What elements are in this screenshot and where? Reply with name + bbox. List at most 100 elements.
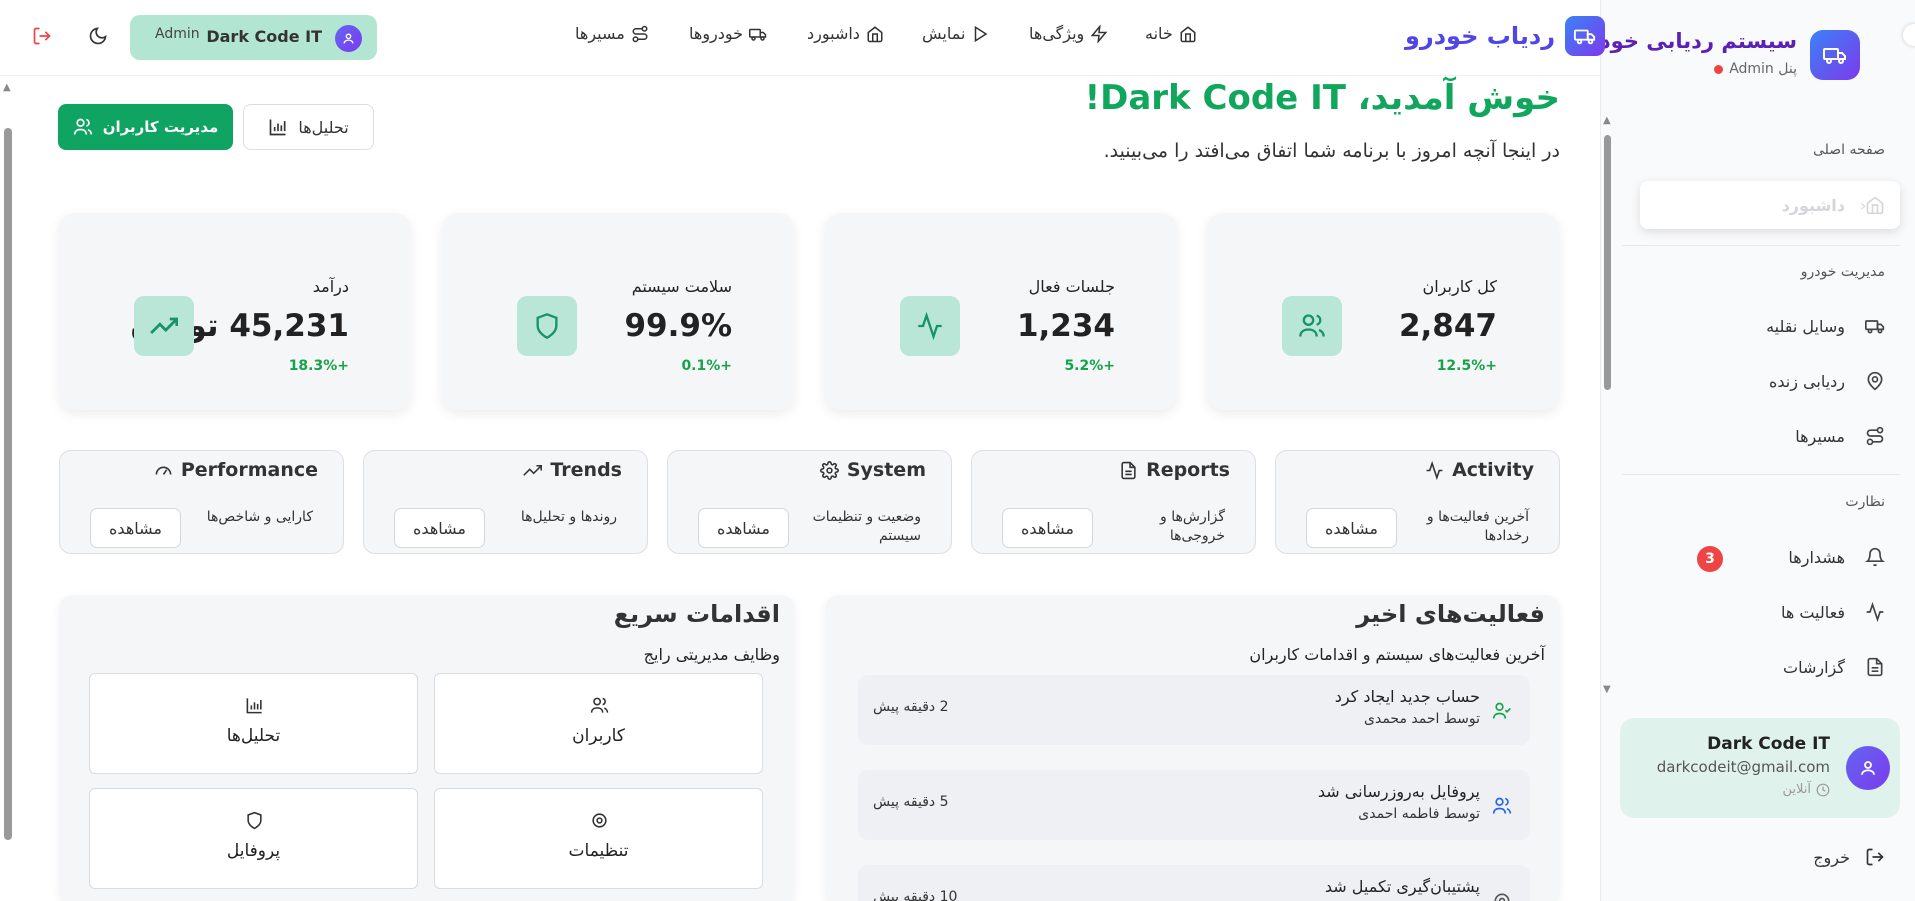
- page-scrollbar[interactable]: ▲: [0, 80, 16, 901]
- stat-change: 0.1%+: [681, 358, 732, 374]
- nav-home[interactable]: خانه: [1145, 24, 1197, 43]
- nav-label: خانه: [1145, 24, 1173, 43]
- stat-title: کل کاربران: [1422, 277, 1497, 296]
- quick-card-activity: Activity آخرین فعالیت‌ها و رخدادها مشاهد…: [1275, 450, 1560, 554]
- scroll-down-arrow-icon[interactable]: ▼: [1603, 684, 1611, 695]
- action-tile-label: تنظیمات: [568, 841, 629, 861]
- activity-title: پروفایل به‌روزرسانی شد: [1317, 782, 1480, 801]
- stat-value: 1,234: [1016, 308, 1115, 344]
- sidebar-scroll-thumb[interactable]: [1604, 135, 1611, 390]
- sidebar-item-label: گزارشات: [1783, 657, 1845, 677]
- activity-icon: [900, 296, 960, 356]
- file-icon: [1119, 461, 1138, 480]
- stat-card-revenue: درآمد 45,231 تومان 18.3%+: [59, 213, 411, 410]
- sidebar-item-alerts[interactable]: هشدارها 3: [1640, 533, 1900, 581]
- header-brand[interactable]: ردیاب خودرو: [1405, 16, 1606, 56]
- analytics-label: تحلیل‌ها: [298, 117, 349, 137]
- recent-activity-subtitle: آخرین فعالیت‌های سیستم و اقدامات کاربران: [1249, 645, 1545, 664]
- action-tile-analytics[interactable]: تحلیل‌ها: [89, 673, 418, 774]
- quick-card-title: System: [846, 459, 926, 481]
- bell-icon: [1865, 547, 1885, 567]
- quick-card-title: Performance: [180, 459, 318, 481]
- scroll-up-arrow-icon[interactable]: ▲: [1603, 115, 1611, 126]
- activity-icon: [1425, 460, 1444, 480]
- activity-time: 10 دقیقه پیش: [873, 889, 958, 901]
- quick-card-desc: وضعیت و تنظیمات سیستم: [812, 509, 921, 544]
- sidebar-item-vehicles[interactable]: وسایل نقلیه: [1640, 302, 1900, 350]
- user-menu-chip[interactable]: Dark Code IT Admin: [130, 15, 377, 60]
- quick-card-system: System وضعیت و تنظیمات سیستم مشاهده: [667, 450, 952, 554]
- nav-dashboard[interactable]: داشبورد: [807, 24, 884, 43]
- view-button[interactable]: مشاهده: [698, 508, 789, 548]
- quick-card-title: Trends: [550, 459, 622, 481]
- sidebar-item-live-tracking[interactable]: ردیابی زنده: [1640, 357, 1900, 405]
- stat-card-sessions: جلسات فعال 1,234 5.2%+: [825, 213, 1177, 410]
- nav-label: مسیرها: [575, 24, 625, 43]
- action-tile-profile[interactable]: پروفایل: [89, 788, 418, 889]
- sidebar-scrollbar[interactable]: ▲ ▼: [1601, 115, 1615, 695]
- activity-item[interactable]: پروفایل به‌روزرسانی شد توسط فاطمه احمدی …: [858, 770, 1530, 840]
- moon-icon[interactable]: [88, 26, 108, 46]
- quick-card-desc: گزارش‌ها و خروجی‌ها: [1160, 509, 1225, 544]
- section-fleet: مدیریت خودرو: [1800, 264, 1885, 280]
- action-tile-label: تحلیل‌ها: [226, 726, 281, 746]
- sidebar-logout[interactable]: خروج: [1813, 847, 1885, 867]
- play-icon: [971, 25, 989, 43]
- stat-change: 12.5%+: [1436, 358, 1497, 374]
- logout-icon: [1865, 847, 1885, 867]
- home-icon: [1179, 25, 1197, 43]
- divider: [1622, 245, 1900, 246]
- truck-icon: [1810, 30, 1860, 80]
- action-tile-users[interactable]: کاربران: [434, 673, 763, 774]
- welcome-subtitle: در اینجا آنچه امروز با برنامه شما اتفاق …: [1103, 140, 1560, 162]
- sidebar-item-activities[interactable]: فعالیت ها: [1640, 588, 1900, 636]
- sidebar-item-reports[interactable]: گزارشات: [1640, 643, 1900, 691]
- view-button[interactable]: مشاهده: [90, 508, 181, 548]
- activity-item[interactable]: حساب جدید ایجاد کرد توسط احمد محمدی 2 دق…: [858, 675, 1530, 745]
- nav-features[interactable]: ویژگی‌ها: [1029, 24, 1108, 43]
- analytics-button[interactable]: تحلیل‌ها: [243, 104, 374, 150]
- recent-activity-panel: فعالیت‌های اخیر آخرین فعالیت‌های سیستم و…: [825, 595, 1560, 901]
- home-icon: [866, 25, 884, 43]
- users-icon: [590, 696, 609, 715]
- view-button[interactable]: مشاهده: [394, 508, 485, 548]
- sidebar-item-label: ردیابی زنده: [1768, 371, 1845, 391]
- quick-card-trends: Trends روندها و تحلیل‌ها مشاهده: [363, 450, 648, 554]
- stat-change: 5.2%+: [1064, 358, 1115, 374]
- quick-card-header: Activity: [1425, 459, 1534, 481]
- bar-chart-icon: [268, 117, 288, 137]
- stat-card-health: سلامت سیستم 99.9% 0.1%+: [442, 213, 794, 410]
- manage-users-button[interactable]: مدیریت کاربران: [58, 104, 233, 150]
- sidebar-toggle[interactable]: [1903, 24, 1915, 46]
- view-button[interactable]: مشاهده: [1306, 508, 1397, 548]
- page-scroll-thumb[interactable]: [4, 128, 12, 840]
- sidebar-item-dashboard[interactable]: داشبورد ‹: [1640, 181, 1900, 229]
- section-monitoring: نظارت: [1845, 494, 1885, 510]
- nav-vehicles[interactable]: خودروها: [689, 24, 767, 43]
- activity-item[interactable]: پشتیبان‌گیری تکمیل شد 10 دقیقه پیش: [858, 865, 1530, 901]
- scroll-up-arrow-icon[interactable]: ▲: [3, 82, 11, 93]
- activity-icon: [1865, 602, 1885, 622]
- view-button[interactable]: مشاهده: [1002, 508, 1093, 548]
- activity-time: 2 دقیقه پیش: [873, 699, 949, 715]
- header-brand-title: ردیاب خودرو: [1405, 22, 1556, 50]
- nav-routes[interactable]: مسیرها: [575, 24, 649, 43]
- bar-chart-icon: [245, 696, 264, 715]
- sidebar-user-card[interactable]: Dark Code IT darkcodeit@gmail.com آنلاین: [1620, 718, 1900, 818]
- logout-icon[interactable]: [32, 26, 52, 46]
- quick-card-reports: Reports گزارش‌ها و خروجی‌ها مشاهده: [971, 450, 1256, 554]
- users-icon: [1282, 296, 1342, 356]
- activity-title: پشتیبان‌گیری تکمیل شد: [1324, 877, 1480, 896]
- sidebar-brand-title: سیستم ردیابی خودرو: [1574, 29, 1797, 53]
- sidebar-item-routes[interactable]: مسیرها: [1640, 412, 1900, 460]
- stat-value: 99.9%: [624, 308, 732, 344]
- trending-up-icon: [134, 296, 194, 356]
- activity-time: 5 دقیقه پیش: [873, 794, 949, 810]
- nav-demo[interactable]: نمایش: [922, 24, 989, 43]
- nav-label: داشبورد: [807, 24, 860, 43]
- sidebar-item-label: داشبورد: [1781, 195, 1845, 215]
- quick-actions-title: اقدامات سریع: [613, 600, 780, 628]
- users-icon: [1492, 796, 1512, 816]
- chip-user-name: Dark Code IT: [206, 27, 322, 46]
- action-tile-settings[interactable]: تنظیمات: [434, 788, 763, 889]
